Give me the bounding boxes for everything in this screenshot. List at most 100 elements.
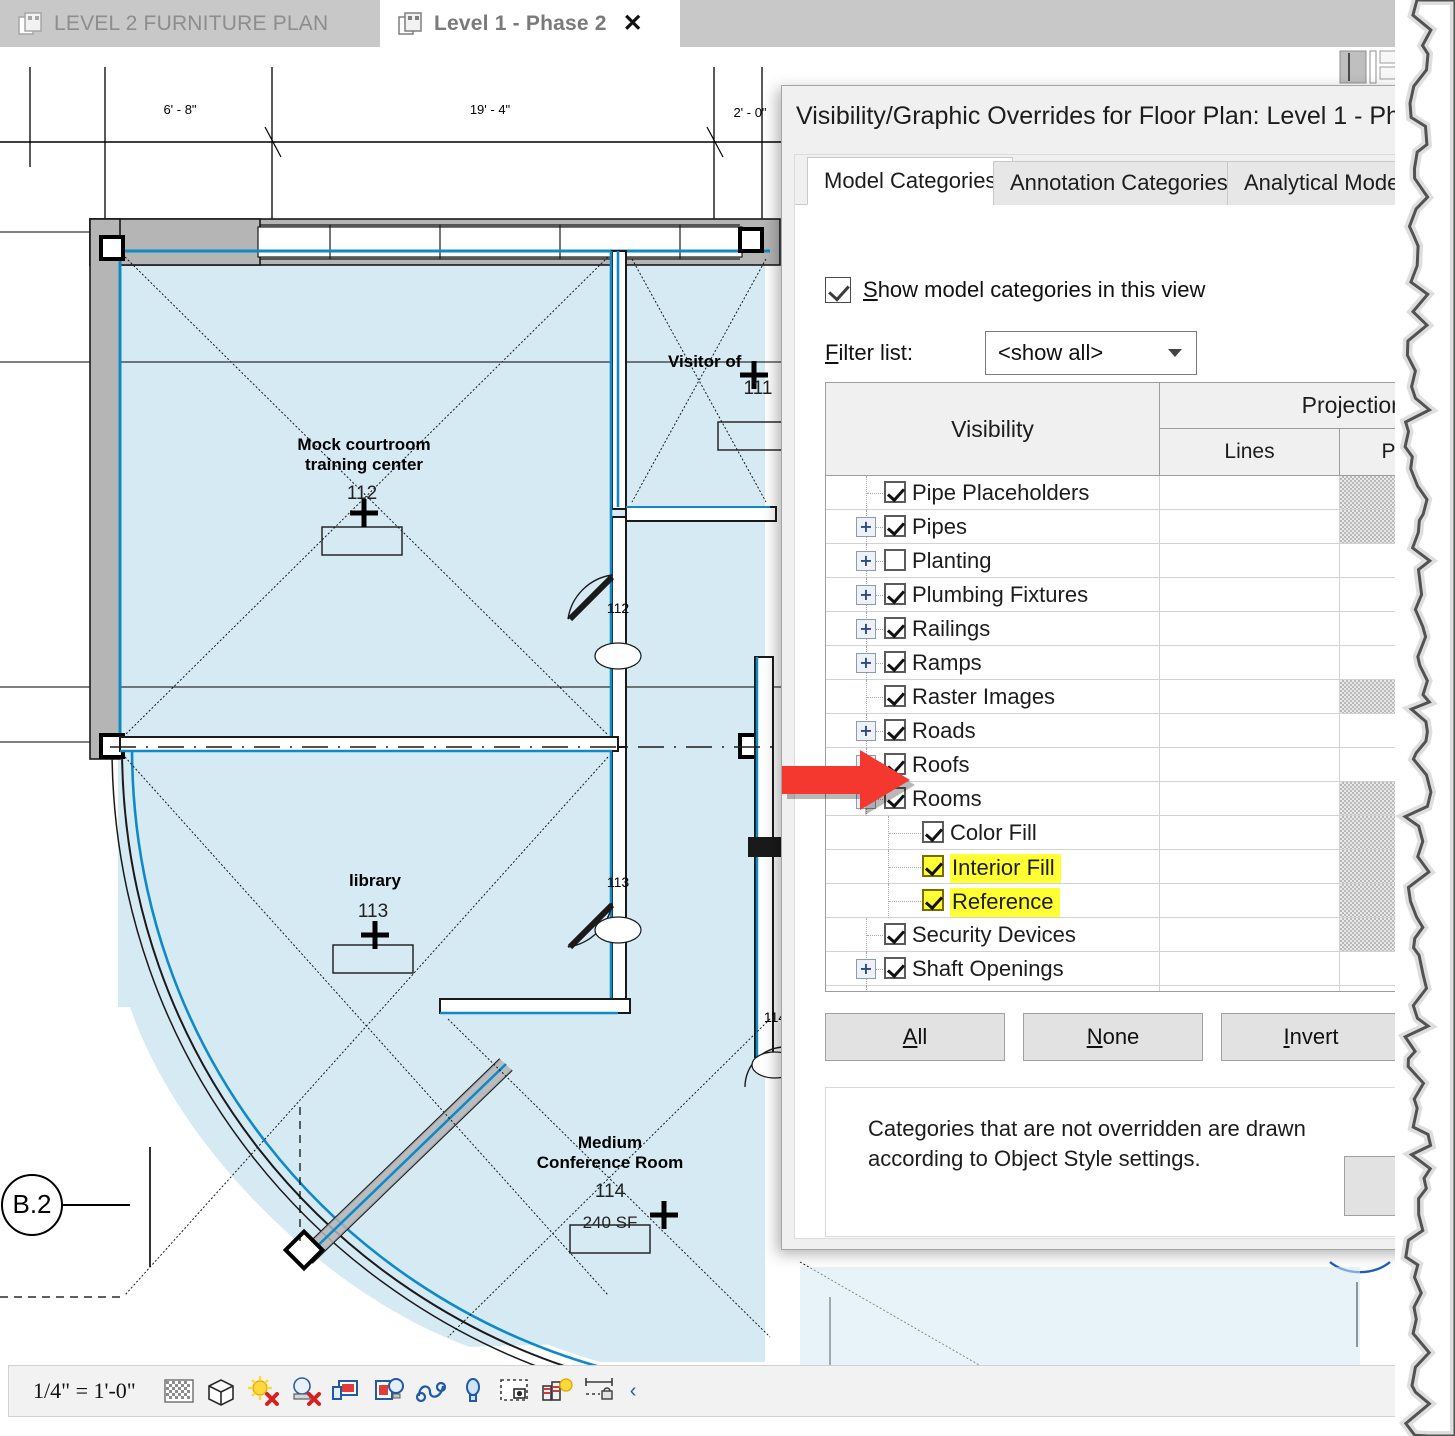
cell-visibility[interactable]: + Roads [826,714,1160,747]
cell-projection-lines[interactable] [1160,850,1340,883]
category-name[interactable]: Rooms [912,786,982,812]
visibility-checkbox[interactable] [922,855,944,877]
cell-projection-lines[interactable] [1160,680,1340,713]
table-body[interactable]: Pipe Placeholders + Pipes + Planting +Plumbin… [826,476,1455,992]
cell-visibility[interactable]: +Site [826,986,1160,992]
cell-projection-patterns[interactable] [1340,952,1455,985]
category-name[interactable]: Pipes [912,514,967,540]
categories-table[interactable]: Visibility Projection/ Lines Patte Pipe … [825,382,1455,992]
visual-style-box-icon[interactable] [204,1374,238,1408]
category-name[interactable]: Roofs [912,752,969,778]
constraints-icon[interactable] [582,1374,616,1408]
category-name[interactable]: Roads [912,718,976,744]
visibility-checkbox[interactable] [884,549,906,571]
cell-visibility[interactable]: Raster Images [826,680,1160,713]
show-model-categories-checkbox[interactable] [825,277,851,303]
visibility-checkbox[interactable] [884,651,906,673]
show-model-categories-row[interactable]: Show model categories in this view [825,277,1205,303]
column-header-lines[interactable]: Lines [1160,429,1340,475]
table-row[interactable]: + Pipes [826,510,1455,544]
expand-node-icon[interactable]: + [856,517,876,537]
status-bar-expander[interactable]: ‹ [630,1380,637,1403]
cell-projection-patterns[interactable] [1340,986,1455,992]
tab-annotation-categories[interactable]: Annotation Categories [993,161,1245,205]
view-scale-label[interactable]: 1/4" = 1'-0" [33,1378,136,1404]
expand-all-button[interactable] [1419,1013,1455,1061]
tab-model-categories[interactable]: Model Categories [807,157,1013,205]
table-row[interactable]: Color Fill [826,816,1455,850]
cell-projection-patterns[interactable] [1340,646,1455,679]
cell-projection-lines[interactable] [1160,714,1340,747]
cell-projection-patterns[interactable] [1340,748,1455,781]
column-header-patterns[interactable]: Patte [1340,429,1455,475]
visibility-checkbox[interactable] [884,583,906,605]
expand-node-icon[interactable]: + [856,619,876,639]
crop-region-hidden-icon[interactable] [372,1374,406,1408]
cell-projection-patterns[interactable] [1340,578,1455,611]
cell-projection-lines[interactable] [1160,646,1340,679]
category-name[interactable]: Security Devices [912,922,1076,948]
cell-visibility[interactable]: Interior Fill [826,850,1160,883]
cell-visibility[interactable]: Pipe Placeholders [826,476,1160,509]
cell-projection-patterns[interactable] [1340,476,1455,509]
cell-projection-lines[interactable] [1160,578,1340,611]
cell-projection-patterns[interactable] [1340,544,1455,577]
cell-projection-patterns[interactable] [1340,918,1455,951]
table-row[interactable]: +Shaft Openings [826,952,1455,986]
expand-node-icon[interactable]: + [856,551,876,571]
table-row[interactable]: Security Devices [826,918,1455,952]
column-header-visibility[interactable]: Visibility [826,383,1160,475]
visibility-checkbox[interactable] [884,685,906,707]
table-row[interactable]: +Ramps [826,646,1455,680]
visibility-checkbox[interactable] [884,719,906,741]
shadows-off-icon[interactable] [246,1374,280,1408]
cell-projection-patterns[interactable] [1340,510,1455,543]
table-row[interactable]: + Roads [826,714,1455,748]
view-tab-level1-phase2[interactable]: Level 1 - Phase 2 ✕ [380,0,680,47]
tab-analytical-model-categories[interactable]: Analytical Model Cate [1227,161,1455,205]
cell-visibility[interactable]: +Shaft Openings [826,952,1160,985]
temporary-hide-isolate-icon[interactable] [456,1374,490,1408]
visibility-checkbox[interactable] [884,481,906,503]
cell-projection-patterns[interactable] [1340,850,1455,883]
category-name[interactable]: Interior Fill [950,854,1061,883]
visibility-checkbox[interactable] [884,991,906,992]
cell-visibility[interactable]: +Ramps [826,646,1160,679]
cell-visibility[interactable]: Security Devices [826,918,1160,951]
render-off-icon[interactable] [288,1374,322,1408]
category-name[interactable]: Planting [912,548,992,574]
table-row[interactable]: Pipe Placeholders [826,476,1455,510]
expand-node-icon[interactable]: + [856,653,876,673]
crop-view-icon[interactable] [330,1374,364,1408]
category-name[interactable]: Raster Images [912,684,1055,710]
cell-projection-lines[interactable] [1160,782,1340,815]
filter-list-dropdown[interactable]: <show all> [985,331,1197,375]
table-row[interactable]: +Site [826,986,1455,992]
scrollbar-fragment[interactable] [1336,47,1455,87]
expand-node-icon[interactable]: + [856,959,876,979]
cell-visibility[interactable]: + Railings [826,612,1160,645]
reveal-hidden-elements-icon[interactable] [498,1374,532,1408]
table-row[interactable]: Reference [826,884,1455,918]
cell-projection-lines[interactable] [1160,986,1340,992]
cell-projection-patterns[interactable] [1340,816,1455,849]
category-name[interactable]: Pipe Placeholders [912,480,1089,506]
close-icon[interactable]: ✕ [623,9,643,38]
expand-node-icon[interactable]: + [856,721,876,741]
table-row[interactable]: + Planting [826,544,1455,578]
expand-node-icon[interactable]: + [856,585,876,605]
object-styles-button[interactable]: Obje [1344,1156,1455,1216]
cell-visibility[interactable]: + Planting [826,544,1160,577]
cell-projection-lines[interactable] [1160,510,1340,543]
table-row[interactable]: + Railings [826,612,1455,646]
category-name[interactable]: Site [912,990,950,992]
cell-projection-lines[interactable] [1160,884,1340,917]
visibility-checkbox[interactable] [922,889,944,911]
unlocked-3d-view-icon[interactable] [414,1374,448,1408]
cell-projection-patterns[interactable] [1340,714,1455,747]
cell-visibility[interactable]: Reference [826,884,1160,917]
cell-projection-patterns[interactable] [1340,782,1455,815]
visibility-graphic-overrides-dialog[interactable]: Visibility/Graphic Overrides for Floor P… [781,85,1455,1250]
category-name[interactable]: Railings [912,616,990,642]
cell-visibility[interactable]: +Plumbing Fixtures [826,578,1160,611]
